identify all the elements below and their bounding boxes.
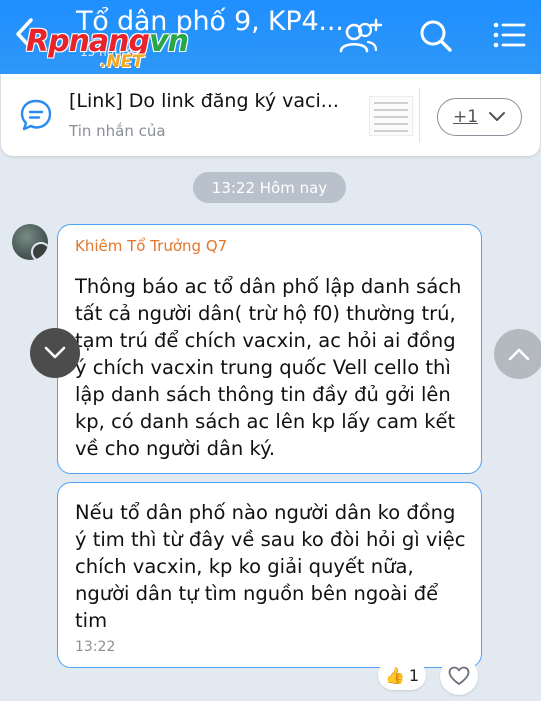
divider [419,88,420,142]
chevron-down-icon [44,346,66,359]
add-member-icon [339,18,383,53]
sender-avatar[interactable] [12,224,48,260]
scroll-up-button[interactable] [494,329,541,379]
message-bubble[interactable]: Nếu tổ dân phố nào người dân ko đồng ý t… [57,482,482,668]
menu-button[interactable] [492,18,532,58]
message-text: Thông báo ac tổ dân phố lập danh sách tấ… [75,275,462,460]
chat-bubble-icon [20,99,52,131]
chevron-up-icon [508,348,530,361]
search-icon [420,20,452,52]
chevron-down-icon [489,112,506,121]
time-divider: 13:22 Hôm nay [193,172,346,203]
pinned-count-button[interactable]: +1 [437,98,522,136]
pinned-message-bar[interactable]: [Link] Do link đăng ký vaci... Tin nhắn … [1,74,540,156]
sender-name[interactable]: Khiêm Tổ Trưởng Q7 [75,237,227,255]
scroll-down-button[interactable] [30,328,80,378]
link-thumbnail[interactable] [369,96,413,136]
pinned-title[interactable]: [Link] Do link đăng ký vaci... [69,90,339,112]
pinned-count-label: +1 [452,107,479,127]
watermark-net: .NET [100,52,144,72]
message-text: Nếu tổ dân phố nào người dân ko đồng ý t… [75,501,466,632]
chat-header: Tổ dân phố 9, KP4... 15 người Rpnangvn .… [0,0,541,74]
pinned-subtitle: Tin nhắn của [69,122,166,140]
reaction-summary[interactable]: 👍 1 [378,660,426,690]
search-button[interactable] [418,18,458,58]
reaction-count: 1 [408,665,420,685]
react-button[interactable] [440,657,478,695]
add-member-button[interactable] [338,18,383,58]
heart-icon [448,666,470,685]
thumbs-up-icon: 👍 [384,665,405,685]
menu-icon [493,22,526,48]
message-bubble[interactable]: Khiêm Tổ Trưởng Q7 Thông báo ac tổ dân p… [57,224,482,474]
message-time: 13:22 [75,639,116,655]
